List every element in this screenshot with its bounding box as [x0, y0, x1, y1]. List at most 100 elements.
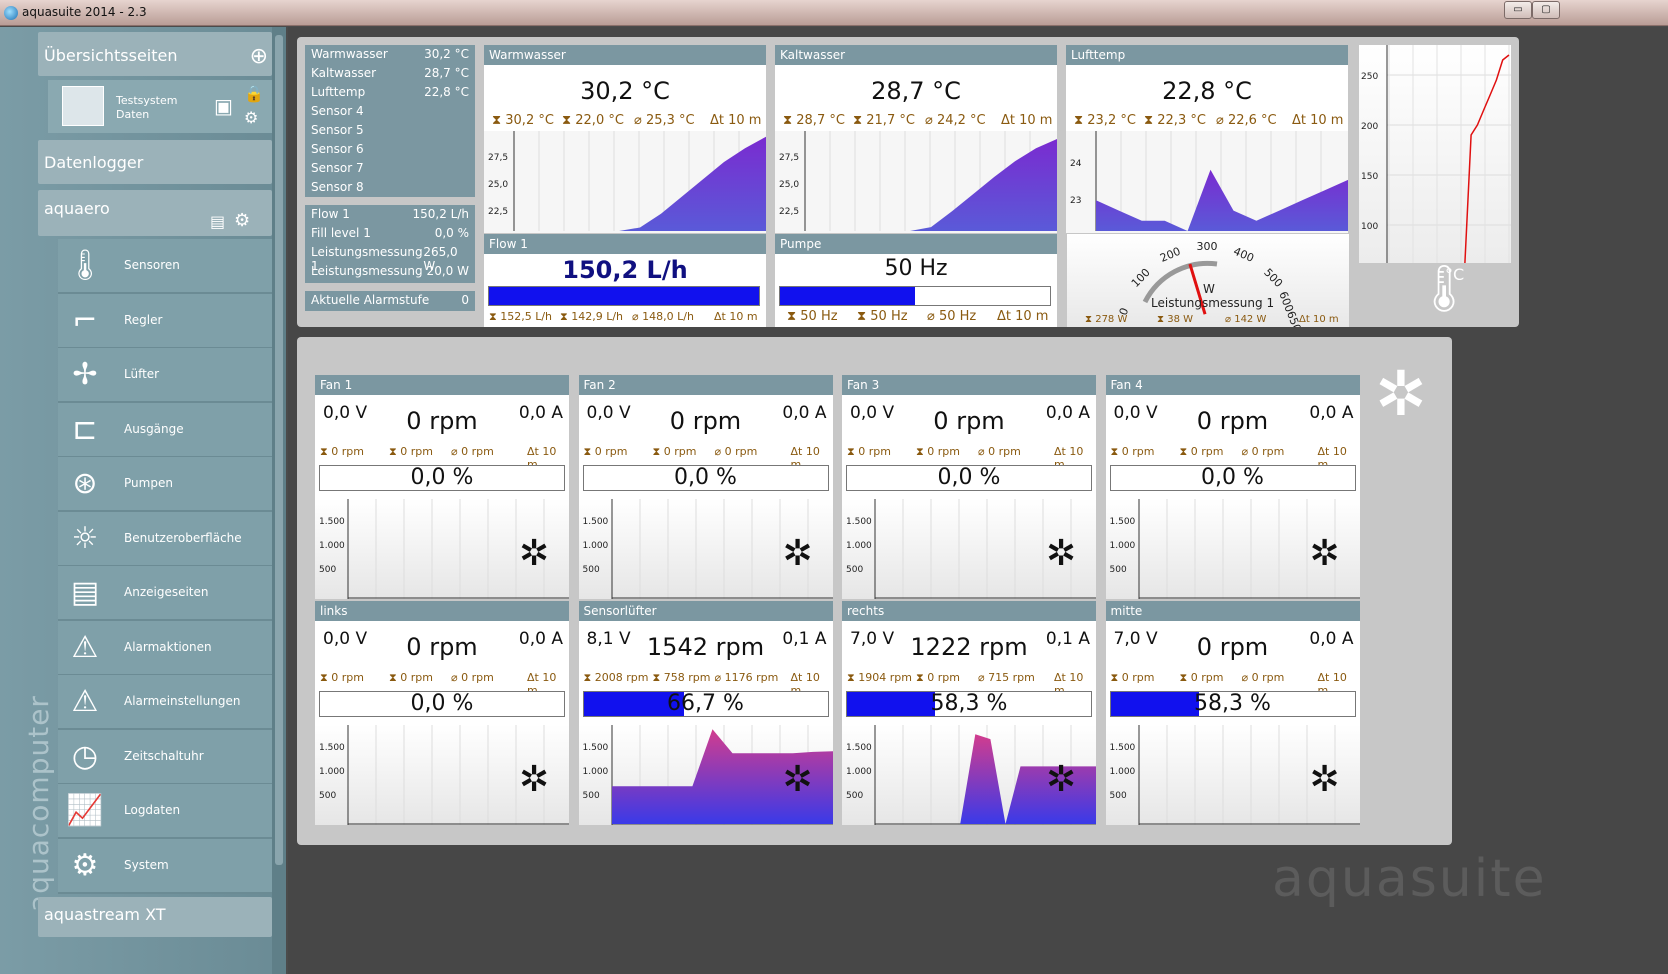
fan-chart-ytick: 1.500	[1109, 517, 1136, 527]
alarm-level-value: 0	[461, 293, 469, 307]
sidebar-item-regler[interactable]: ⌐ Regler	[58, 293, 272, 349]
temp-card-title: Warmwasser	[484, 45, 766, 65]
fan-power-bar[interactable]: 0,0 %	[319, 465, 565, 491]
sidebar-item-sensoren[interactable]: 🌡 Sensoren	[58, 239, 272, 294]
brand-vertical: aquacomputer	[21, 695, 55, 912]
layers-icon: ▤	[70, 575, 100, 610]
settings-gear-icon[interactable]: ⚙	[244, 108, 258, 127]
fan-card-fan 1[interactable]: Fan 1 0,0 V0 rpm 0,0 A ⧗ 0 rpm ⧗ 0 rpm ⌀ 0 rp…	[315, 375, 569, 599]
datenlogger-header[interactable]: Datenlogger	[38, 140, 272, 184]
pump-icon: ⊛	[72, 466, 98, 501]
fan-card-title: rechts	[842, 601, 1096, 621]
fan-icon: ✲	[782, 759, 813, 800]
fan-card-fan 4[interactable]: Fan 4 0,0 V0 rpm 0,0 A ⧗ 0 rpm ⧗ 0 rpm ⌀ 0 rp…	[1105, 375, 1360, 599]
temp-unit: °C	[1445, 265, 1465, 284]
fan-power-bar[interactable]: 0,0 %	[319, 691, 565, 717]
fan-chart-ytick: 500	[1109, 565, 1127, 575]
fan-card-links[interactable]: links 0,0 V0 rpm 0,0 A ⧗ 0 rpm ⧗ 0 rpm ⌀ 0 rp…	[315, 601, 569, 825]
fan-icon: ✲	[519, 533, 550, 574]
flow-name: Flow 1	[311, 207, 350, 221]
sidebar-item-label: Zeitschaltuhr	[124, 748, 204, 763]
app-icon	[4, 6, 18, 20]
sidebar-item-logdaten[interactable]: 📈 Logdaten	[58, 784, 272, 839]
monitor-icon[interactable]: ▣	[214, 94, 233, 118]
sensor-row[interactable]: Sensor 6	[305, 140, 475, 159]
sidebar-item-label: Anzeigeseiten	[124, 585, 209, 599]
sensor-value: 28,7 °C	[424, 66, 469, 80]
flow-row[interactable]: Flow 1 150,2 L/h	[305, 205, 475, 224]
sidebar-item-system[interactable]: ⚙ System	[58, 838, 272, 894]
sensor-row[interactable]: Kaltwasser 28,7 °C	[305, 64, 475, 83]
temp-card-lufttemp: Lufttemp 22,8 °C ⧗ 23,2 °C ⧗ 22,3 °C ⌀ 22,6 …	[1066, 45, 1348, 233]
fan-stat-avg: ⌀ 0 rpm	[978, 445, 1021, 458]
maximize-button[interactable]: ▢	[1532, 1, 1560, 19]
sensor-row[interactable]: Sensor 4	[305, 102, 475, 121]
fan-current: 0,0 A	[518, 629, 563, 649]
fan-card-rechts[interactable]: rechts 7,0 V 1222 rpm 0,1 A ⧗ 1904 rpm ⧗ 0 rp…	[842, 601, 1096, 825]
scrollbar-thumb[interactable]	[275, 35, 283, 865]
save-icon[interactable]: ▤	[210, 212, 225, 231]
sidebar-item-benutzeroberfläche[interactable]: ☼ Benutzeroberfläche	[58, 511, 272, 567]
fan-chart-ytick: 1.000	[1109, 541, 1136, 551]
window-titlebar: aquasuite 2014 - 2.3 ▭ ▢	[0, 0, 1668, 26]
fan-stat-max: ⧗ 1904 rpm	[847, 671, 912, 684]
fan-power-bar[interactable]: 58,3 %	[1109, 691, 1356, 717]
temp-chart-ytick: 22,5	[488, 207, 509, 217]
sidebar-item-ausgänge[interactable]: ⊏ Ausgänge	[58, 402, 272, 458]
fan-power-bar[interactable]: 0,0 %	[846, 465, 1092, 491]
flow-name: Leistungsmessung 1	[311, 245, 423, 273]
gauge-tick: 400	[1231, 245, 1255, 265]
sidebar-item-lüfter[interactable]: ✢ Lüfter	[58, 348, 272, 403]
flow-row[interactable]: Leistungsmessung 1 265,0 W	[305, 243, 475, 273]
fan-card-fan 3[interactable]: Fan 3 0,0 V0 rpm 0,0 A ⧗ 0 rpm ⧗ 0 rpm ⌀ 0 rp…	[842, 375, 1096, 599]
sidebar-item-anzeigeseiten[interactable]: ▤ Anzeigeseiten	[58, 566, 272, 621]
fan-power-bar[interactable]: 0,0 %	[582, 465, 829, 491]
temperature-history-chart: 25020015010050	[1361, 45, 1511, 282]
temp-chart-ytick: 25,0	[779, 180, 800, 190]
flow1-avg: ⌀ 148,0 L/h	[632, 310, 694, 323]
flow-value: 150,2 L/h	[412, 207, 469, 221]
sensor-row[interactable]: Sensor 7	[305, 159, 475, 178]
fan-current: 0,1 A	[782, 629, 827, 649]
fan-card-mitte[interactable]: mitte 7,0 V0 rpm 0,0 A ⧗ 0 rpm ⧗ 0 rpm ⌀ 0 rp…	[1105, 601, 1360, 825]
fan-power-bar[interactable]: 66,7 %	[582, 691, 829, 717]
settings-gear-icon[interactable]: ⚙	[234, 210, 250, 231]
fan-power-bar[interactable]: 0,0 %	[1109, 465, 1356, 491]
sidebar-item-label: Pumpen	[124, 476, 173, 490]
sensor-row[interactable]: Sensor 5	[305, 121, 475, 140]
aquastream-header[interactable]: aquastream XT	[38, 897, 272, 937]
thermometer-icon: 🌡	[65, 248, 105, 283]
lock-icon[interactable]: 🔒	[244, 84, 264, 103]
flow1-value: 150,2 L/h	[562, 256, 688, 284]
flow-row[interactable]: Fill level 1 0,0 %	[305, 224, 475, 243]
sidebar-scrollbar[interactable]	[272, 27, 286, 974]
aquaero-header[interactable]: aquaero ▤ ⚙	[38, 190, 272, 236]
gauge-tick: 100	[1129, 266, 1153, 290]
fan-power-bar[interactable]: 58,3 %	[846, 691, 1092, 717]
fan-power-percent: 0,0 %	[937, 465, 1001, 490]
gauge-max: ⧗ 278 W	[1085, 314, 1128, 325]
sidebar-item-pumpen[interactable]: ⊛ Pumpen	[58, 457, 272, 512]
flow-row[interactable]: Leistungsmessung 2 0,0 W	[305, 262, 475, 281]
temp-stat-avg: ⌀ 22,6 °C	[1216, 113, 1277, 128]
fan-stat-min: ⧗ 0 rpm	[916, 445, 960, 458]
sidebar-item-alarmeinstellungen[interactable]: ⚠ Alarmeinstellungen	[58, 675, 272, 730]
sensor-name: Warmwasser	[311, 47, 388, 61]
sidebar-item-zeitschaltuhr[interactable]: ◷ Zeitschaltuhr	[58, 729, 272, 785]
overview-pages-header[interactable]: Übersichtsseiten ⊕	[38, 32, 272, 76]
fan-chart-ytick: 1.000	[319, 767, 345, 777]
sensor-row[interactable]: Lufttemp 22,8 °C	[305, 83, 475, 102]
page-thumbnail-icon	[62, 86, 104, 126]
sensor-row[interactable]: Warmwasser 30,2 °C	[305, 45, 475, 64]
temp-stat-min: ⧗ 22,3 °C	[1144, 113, 1206, 128]
overview-entry[interactable]: Testsystem Daten ▣ 🔒 ⚙	[48, 80, 272, 133]
fan-card-fan 2[interactable]: Fan 2 0,0 V0 rpm 0,0 A ⧗ 0 rpm ⧗ 0 rpm ⌀ 0 rp…	[578, 375, 833, 599]
temp-card-title: Kaltwasser	[775, 45, 1057, 65]
add-page-icon[interactable]: ⊕	[250, 44, 268, 69]
minimize-button[interactable]: ▭	[1504, 1, 1532, 19]
warning-settings-icon: ⚠	[71, 684, 99, 719]
fan-card-sensorlüfter[interactable]: Sensorlüfter 8,1 V 1542 rpm 0,1 A ⧗ 2008 rpm…	[578, 601, 833, 825]
sidebar-item-alarmaktionen[interactable]: ⚠ Alarmaktionen	[58, 620, 272, 676]
fan-icon: ✢	[72, 357, 98, 392]
sensor-row[interactable]: Sensor 8	[305, 178, 475, 197]
